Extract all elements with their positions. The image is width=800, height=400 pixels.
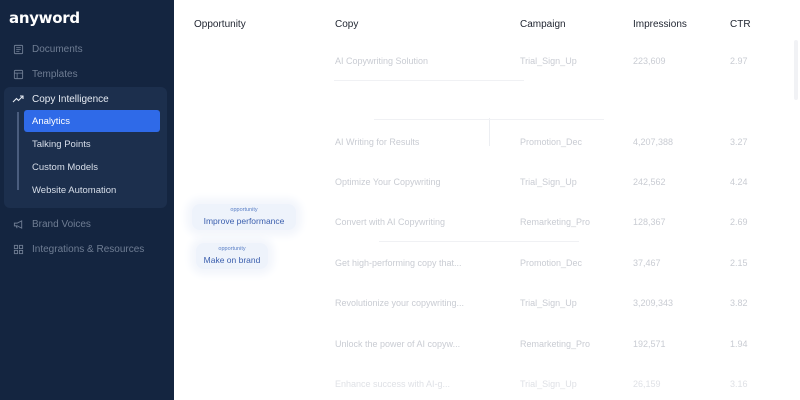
table-row-copy[interactable]: AI Copywriting Solution [335,56,428,66]
table-row-impressions: 192,571 [633,339,666,349]
sidebar-subitem-custom-models[interactable]: Custom Models [24,156,160,178]
table-row-campaign: Promotion_Dec [520,137,583,147]
table-row-campaign: Trial_Sign_Up [520,177,577,187]
table-row-copy[interactable]: Optimize Your Copywriting [335,177,441,187]
sidebar-subitem-talking-points[interactable]: Talking Points [24,133,160,155]
table-row-ctr: 2.97 [730,56,748,66]
divider [374,119,604,120]
table-row-copy[interactable]: Get high-performing copy that... [335,258,462,268]
sidebar-subitem-analytics[interactable]: Analytics [24,110,160,132]
sidebar-item-templates[interactable]: Templates [0,63,174,85]
table-row-impressions: 128,367 [633,217,666,227]
table-row-impressions: 4,207,388 [633,137,674,147]
sidebar-item-label: Documents [32,43,83,55]
divider [489,118,490,146]
template-icon [12,68,24,80]
table-row-ctr: 1.94 [730,339,748,349]
sidebar-item-label: Brand Voices [32,218,91,230]
trend-up-icon [12,93,24,105]
divider [334,80,524,81]
table-row-copy[interactable]: Revolutionize your copywriting... [335,298,464,308]
table-row-copy[interactable]: Enhance success with AI-g... [335,379,450,389]
table-row-copy[interactable]: AI Writing for Results [335,137,419,147]
opportunity-tag-label: Improve performance [203,216,285,226]
table-row-impressions: 26,159 [633,379,661,389]
sidebar-item-documents[interactable]: Documents [0,38,174,60]
opportunity-tag-improve-performance[interactable]: opportunity Improve performance [192,204,296,230]
column-header-ctr[interactable]: CTR [730,19,751,30]
table-row-impressions: 37,467 [633,258,661,268]
opportunity-tag-kicker: opportunity [218,246,246,252]
sidebar-item-copy-intelligence[interactable]: Copy Intelligence [0,89,174,109]
opportunity-tag-label: Make on brand [203,255,261,265]
table-row-campaign: Trial_Sign_Up [520,379,577,389]
table-row-ctr: 4.24 [730,177,748,187]
table-row-campaign: Trial_Sign_Up [520,298,577,308]
sidebar: anyword Documents Templates Copy Intelli… [0,0,174,400]
table-row-impressions: 242,562 [633,177,666,187]
column-header-opportunity[interactable]: Opportunity [194,19,246,30]
column-header-copy[interactable]: Copy [335,19,358,30]
sidebar-item-brand-voices[interactable]: Brand Voices [0,213,174,235]
table-row-ctr: 2.69 [730,217,748,227]
table-row-copy[interactable]: Unlock the power of AI copyw... [335,339,460,349]
column-header-campaign[interactable]: Campaign [520,19,566,30]
column-header-impressions[interactable]: Impressions [633,19,687,30]
scrollbar-thumb[interactable] [794,40,798,100]
table-row-ctr: 3.27 [730,137,748,147]
table-row-copy[interactable]: Convert with AI Copywriting [335,217,445,227]
table-row-campaign: Promotion_Dec [520,258,583,268]
sidebar-item-label: Copy Intelligence [32,93,109,105]
logo[interactable]: anyword [9,9,80,27]
sidebar-item-label: Integrations & Resources [32,243,145,255]
table-row-impressions: 3,209,343 [633,298,674,308]
table-row-ctr: 2.15 [730,258,748,268]
megaphone-icon [12,218,24,230]
opportunity-tag-kicker: opportunity [230,207,258,213]
table-row-campaign: Remarketing_Pro [520,339,591,349]
submenu-rail [17,112,19,190]
sidebar-subitem-website-automation[interactable]: Website Automation [24,179,160,201]
table-row-ctr: 3.16 [730,379,748,389]
table-row-ctr: 3.82 [730,298,748,308]
document-icon [12,43,24,55]
table-row-impressions: 223,609 [633,56,666,66]
analytics-table: Opportunity Copy Campaign Impressions CT… [174,0,800,400]
table-row-campaign: Remarketing_Pro [520,217,591,227]
divider [379,241,579,242]
opportunity-tag-make-on-brand[interactable]: opportunity Make on brand [196,243,268,269]
grid-icon [12,243,24,255]
app-window: anyword Documents Templates Copy Intelli… [0,0,800,400]
sidebar-item-integrations[interactable]: Integrations & Resources [0,238,174,260]
sidebar-item-label: Templates [32,68,78,80]
table-row-campaign: Trial_Sign_Up [520,56,577,66]
